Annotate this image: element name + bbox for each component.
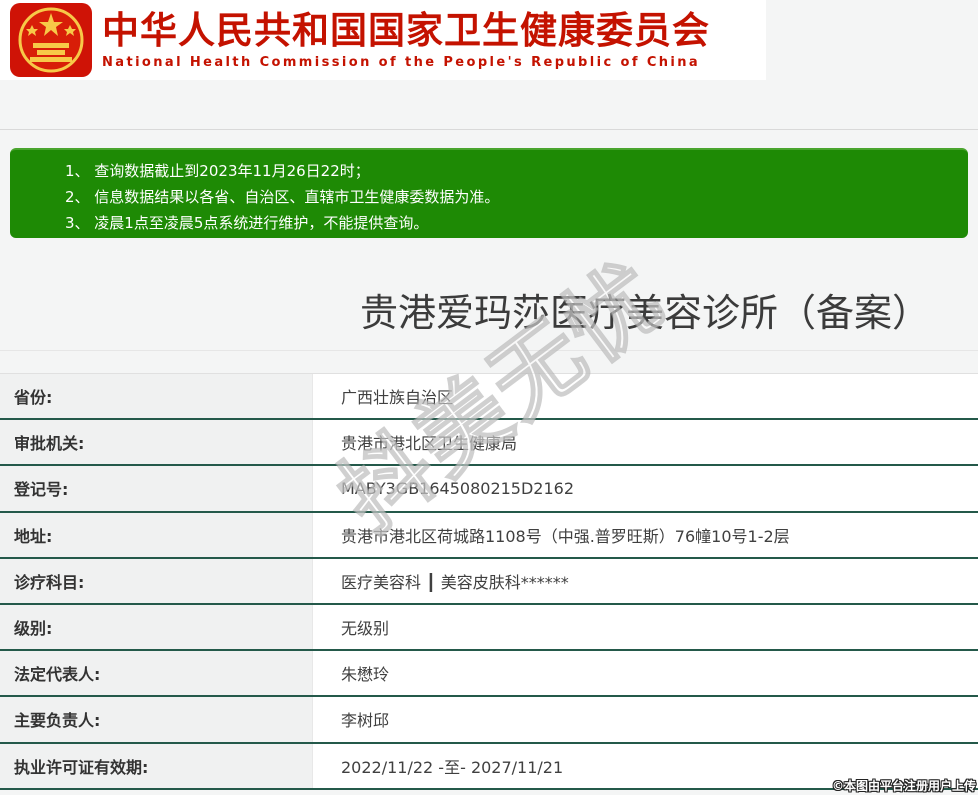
field-label: 审批机关: [0,420,312,465]
field-label: 登记号: [0,466,312,511]
title-divider [0,350,978,351]
field-value: 贵港市港北区荷城路1108号（中强.普罗旺斯）76幢10号1-2层 [312,512,978,557]
institution-info-table: 省份: 广西壮族自治区 审批机关: 贵港市港北区卫生健康局 登记号: MABY3… [0,373,978,790]
field-value: 李树邱 [312,697,978,742]
notice-line-3: 3、 凌晨1点至凌晨5点系统进行维护，不能提供查询。 [65,214,429,232]
field-value: MABY3GB1645080215D2162 [312,466,978,511]
page: 中华人民共和国国家卫生健康委员会 National Health Commiss… [0,0,978,795]
copyright-stamp: ©本图由平台注册用户上传 [831,779,976,793]
field-value: 朱懋玲 [312,651,978,696]
field-label: 地址: [0,512,312,557]
notice-line-2: 2、 信息数据结果以各省、自治区、直辖市卫生健康委数据为准。 [65,188,500,206]
site-header: 中华人民共和国国家卫生健康委员会 National Health Commiss… [0,0,766,80]
national-emblem-icon [10,3,92,77]
field-label: 法定代表人: [0,651,312,696]
field-label: 诊疗科目: [0,558,312,603]
field-label: 级别: [0,604,312,650]
header-divider [0,129,978,130]
table-row-diagnosis-subjects: 诊疗科目: 医疗美容科 ┃ 美容皮肤科****** [0,558,978,605]
table-row-province: 省份: 广西壮族自治区 [0,374,978,421]
field-label: 省份: [0,374,312,419]
site-title-english: National Health Commission of the People… [102,55,701,71]
notice-box: 1、 查询数据截止到2023年11月26日22时； 2、 信息数据结果以各省、自… [10,148,968,238]
field-label: 执业许可证有效期: [0,743,312,788]
table-row-principal: 主要负责人: 李树邱 [0,697,978,744]
table-row-address: 地址: 贵港市港北区荷城路1108号（中强.普罗旺斯）76幢10号1-2层 [0,512,978,559]
table-row-approval-authority: 审批机关: 贵港市港北区卫生健康局 [0,420,978,467]
field-label: 主要负责人: [0,697,312,742]
field-value: 广西壮族自治区 [312,374,978,419]
field-value: 无级别 [312,604,978,650]
site-title-chinese: 中华人民共和国国家卫生健康委员会 [102,8,710,52]
field-value: 贵港市港北区卫生健康局 [312,420,978,465]
field-value: 医疗美容科 ┃ 美容皮肤科****** [312,558,978,603]
notice-line-1: 1、 查询数据截止到2023年11月26日22时； [65,162,370,180]
table-row-registration-number: 登记号: MABY3GB1645080215D2162 [0,466,978,513]
institution-title: 贵港爱玛莎医疗美容诊所（备案） [359,291,930,335]
table-row-legal-representative: 法定代表人: 朱懋玲 [0,651,978,698]
header-text: 中华人民共和国国家卫生健康委员会 National Health Commiss… [102,8,710,71]
table-row-level: 级别: 无级别 [0,604,978,652]
